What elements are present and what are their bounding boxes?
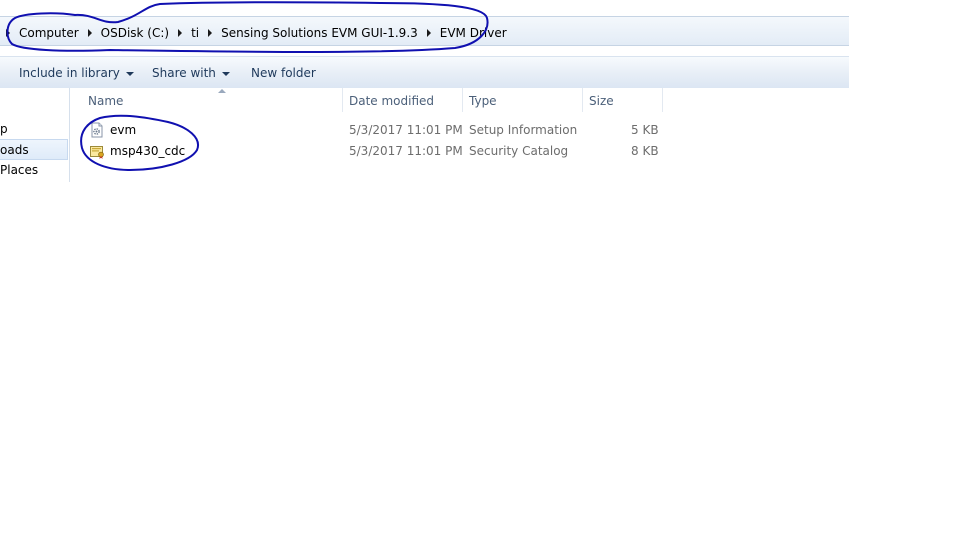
navigation-pane: p oads Places — [0, 88, 70, 182]
breadcrumb-chevron-icon[interactable] — [87, 29, 92, 37]
breadcrumb-osdisk[interactable]: OSDisk (C:) — [101, 26, 169, 40]
breadcrumb-sensing-solutions[interactable]: Sensing Solutions EVM GUI-1.9.3 — [221, 26, 418, 40]
nav-item-label: Places — [0, 163, 39, 177]
file-type: Setup Information — [469, 123, 578, 137]
chevron-down-icon — [221, 71, 230, 76]
setup-information-file-icon — [91, 122, 103, 138]
file-row-msp430-cdc[interactable]: msp430_cdc 5/3/2017 11:01 PM Security Ca… — [70, 141, 849, 161]
share-with-button[interactable]: Share with — [152, 66, 230, 80]
breadcrumb-chevron-icon[interactable] — [178, 29, 183, 37]
breadcrumb-chevron-icon[interactable] — [426, 29, 431, 37]
sort-ascending-icon — [218, 89, 226, 93]
breadcrumb-ti[interactable]: ti — [191, 26, 199, 40]
nav-item-label: p — [0, 122, 8, 136]
new-folder-button[interactable]: New folder — [251, 66, 316, 80]
file-date-modified: 5/3/2017 11:01 PM — [349, 144, 463, 158]
breadcrumb-computer[interactable]: Computer — [19, 26, 79, 40]
column-header-size[interactable]: Size — [583, 88, 663, 112]
file-row-evm[interactable]: evm 5/3/2017 11:01 PM Setup Information … — [70, 120, 849, 140]
include-in-library-label: Include in library — [19, 66, 120, 80]
address-bar[interactable]: Computer OSDisk (C:) ti Sensing Solution… — [0, 16, 849, 46]
column-header-name[interactable]: Name — [80, 88, 343, 112]
include-in-library-button[interactable]: Include in library — [19, 66, 134, 80]
chevron-down-icon — [125, 71, 134, 76]
nav-item-recent-places[interactable]: Places — [0, 160, 68, 181]
breadcrumb-evm-driver[interactable]: EVM Driver — [440, 26, 507, 40]
file-name: msp430_cdc — [110, 144, 186, 158]
file-list: Name Date modified Type Size evm 5/3/201… — [70, 88, 849, 182]
share-with-label: Share with — [152, 66, 216, 80]
breadcrumb-chevron-icon[interactable] — [208, 29, 213, 37]
new-folder-label: New folder — [251, 66, 316, 80]
column-header-label: Date modified — [349, 94, 435, 108]
column-header-label: Size — [589, 94, 614, 108]
breadcrumb-chevron-icon[interactable] — [6, 29, 10, 37]
nav-item-downloads[interactable]: oads — [0, 139, 68, 160]
file-size: 8 KB — [631, 144, 659, 158]
security-catalog-file-icon — [90, 146, 104, 159]
file-name: evm — [110, 123, 137, 137]
column-header-date-modified[interactable]: Date modified — [343, 88, 463, 112]
nav-item-desktop[interactable]: p — [0, 119, 68, 140]
column-header-label: Type — [469, 94, 497, 108]
explorer-window: Computer OSDisk (C:) ti Sensing Solution… — [0, 0, 849, 182]
column-header-type[interactable]: Type — [463, 88, 583, 112]
file-type: Security Catalog — [469, 144, 569, 158]
breadcrumb: Computer OSDisk (C:) ti Sensing Solution… — [6, 26, 507, 40]
command-bar: Include in library Share with New folder — [0, 56, 849, 89]
nav-item-label: oads — [0, 143, 29, 157]
file-size: 5 KB — [631, 123, 659, 137]
file-date-modified: 5/3/2017 11:01 PM — [349, 123, 463, 137]
column-header-label: Name — [88, 94, 124, 108]
